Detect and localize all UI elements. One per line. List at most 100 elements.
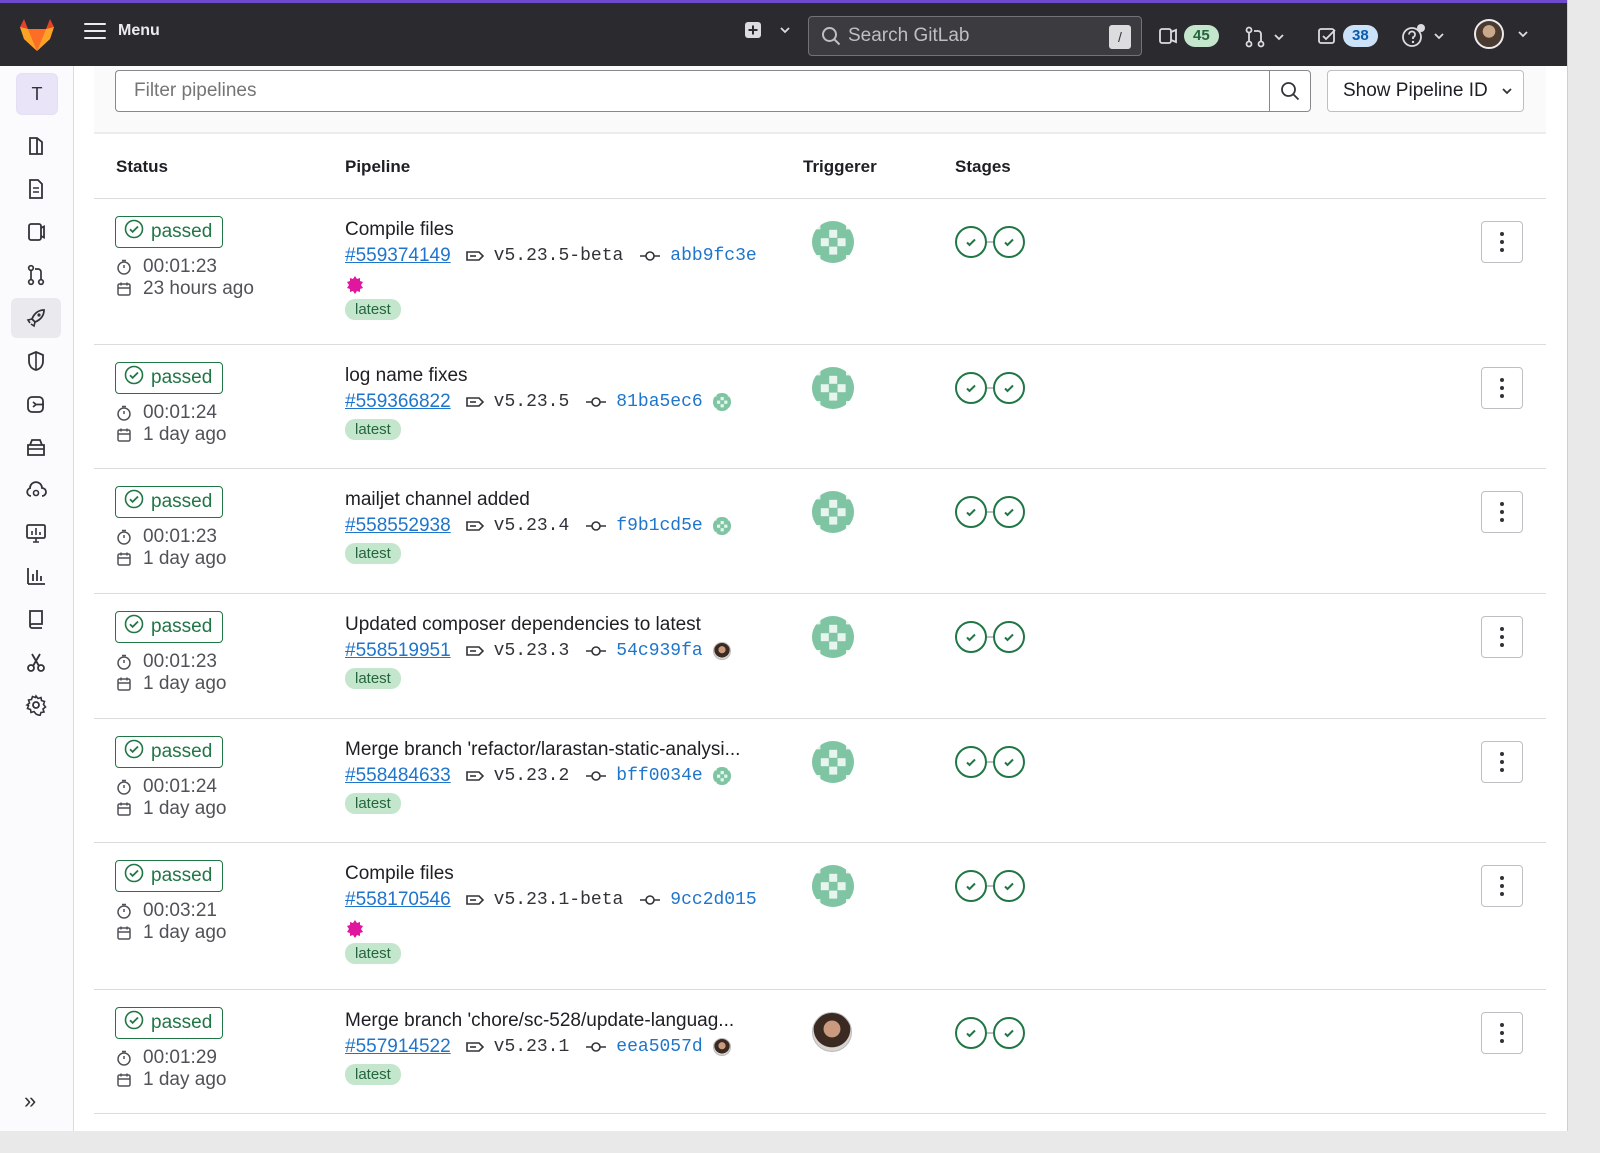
pipeline-id-link[interactable]: #557914522 [345, 1036, 451, 1058]
new-item-dropdown[interactable] [744, 21, 792, 39]
sidebar-item-packages[interactable] [11, 427, 61, 467]
sidebar-item-security[interactable] [11, 341, 61, 381]
status-badge[interactable]: passed [115, 486, 224, 518]
tag-ref-link[interactable]: v5.23.1-beta [465, 890, 623, 910]
commit-sha-link[interactable]: bff0034e [585, 766, 703, 786]
commit-author-avatar[interactable] [345, 919, 363, 938]
stage-passed-button[interactable] [955, 372, 987, 404]
sidebar-item-issues[interactable] [11, 212, 61, 252]
tag-icon [465, 249, 485, 263]
menu-button[interactable]: Menu [84, 22, 160, 40]
pipeline-id-link[interactable]: #558519951 [345, 640, 451, 662]
commit-title[interactable]: Merge branch 'chore/sc-528/update-langua… [345, 1010, 765, 1032]
commit-author-avatar[interactable] [712, 767, 731, 785]
commit-author-avatar[interactable] [345, 275, 363, 294]
commit-sha-link[interactable]: 54c939fa [585, 641, 703, 661]
issues-link[interactable]: 45 [1158, 25, 1219, 47]
collapse-sidebar-button[interactable]: » [24, 1088, 36, 1114]
stage-passed-button[interactable] [993, 621, 1025, 653]
more-actions-button[interactable] [1481, 221, 1523, 263]
triggerer-avatar[interactable] [812, 491, 854, 533]
tag-ref-link[interactable]: v5.23.4 [465, 516, 569, 536]
more-actions-button[interactable] [1481, 741, 1523, 783]
commit-sha-link[interactable]: 9cc2d015 [639, 890, 757, 910]
pipeline-id-link[interactable]: #558484633 [345, 765, 451, 787]
status-badge[interactable]: passed [115, 860, 224, 892]
tag-ref-link[interactable]: v5.23.3 [465, 641, 569, 661]
sidebar-item-ci-cd[interactable] [11, 298, 61, 338]
tag-ref-link[interactable]: v5.23.1 [465, 1037, 569, 1057]
triggerer-avatar[interactable] [812, 616, 854, 658]
sidebar-item-deployments[interactable] [11, 384, 61, 424]
more-actions-button[interactable] [1481, 1012, 1523, 1054]
sidebar-item-analytics[interactable] [11, 556, 61, 596]
more-actions-button[interactable] [1481, 616, 1523, 658]
commit-sha-link[interactable]: f9b1cd5e [585, 516, 703, 536]
status-badge[interactable]: passed [115, 1007, 224, 1039]
stage-passed-button[interactable] [955, 496, 987, 528]
commit-title[interactable]: Updated composer dependencies to latest [345, 614, 765, 636]
stage-passed-button[interactable] [993, 372, 1025, 404]
sidebar-item-repository[interactable] [11, 169, 61, 209]
commit-sha-link[interactable]: 81ba5ec6 [585, 392, 703, 412]
status-badge[interactable]: passed [115, 736, 224, 768]
sha-value: abb9fc3e [670, 246, 757, 266]
more-actions-button[interactable] [1481, 865, 1523, 907]
gitlab-logo[interactable] [18, 17, 56, 53]
commit-title[interactable]: Compile files [345, 863, 765, 885]
sidebar-item-merge-requests[interactable] [11, 255, 61, 295]
project-avatar[interactable]: T [16, 73, 58, 115]
stage-passed-button[interactable] [993, 870, 1025, 902]
triggerer-avatar[interactable] [812, 221, 854, 263]
sidebar-item-infrastructure[interactable] [11, 470, 61, 510]
triggerer-avatar[interactable] [812, 865, 854, 907]
pipeline-id-link[interactable]: #559374149 [345, 245, 451, 267]
stage-passed-button[interactable] [955, 226, 987, 258]
tag-ref-link[interactable]: v5.23.2 [465, 766, 569, 786]
commit-sha-link[interactable]: abb9fc3e [639, 246, 757, 266]
stage-passed-button[interactable] [955, 746, 987, 778]
search-input[interactable]: Search GitLab / [808, 16, 1142, 56]
sidebar-item-project-overview[interactable] [11, 126, 61, 166]
commit-author-avatar[interactable] [712, 1038, 731, 1056]
sidebar-item-snippets[interactable] [11, 642, 61, 682]
status-badge[interactable]: passed [115, 216, 224, 248]
commit-sha-link[interactable]: eea5057d [585, 1037, 703, 1057]
user-menu[interactable] [1474, 19, 1530, 49]
commit-author-avatar[interactable] [712, 517, 731, 535]
triggerer-avatar[interactable] [812, 741, 854, 783]
more-actions-button[interactable] [1481, 491, 1523, 533]
help-dropdown[interactable] [1400, 23, 1446, 49]
status-badge[interactable]: passed [115, 611, 224, 643]
commit-author-avatar[interactable] [712, 393, 731, 411]
triggerer-avatar[interactable] [812, 1012, 854, 1054]
commit-title[interactable]: Merge branch 'refactor/larastan-static-a… [345, 739, 765, 761]
more-actions-button[interactable] [1481, 367, 1523, 409]
sidebar-item-wiki[interactable] [11, 599, 61, 639]
show-pipeline-id-dropdown[interactable]: Show Pipeline ID [1327, 70, 1524, 112]
pipeline-id-link[interactable]: #559366822 [345, 391, 451, 413]
stage-passed-button[interactable] [993, 1017, 1025, 1049]
triggerer-avatar[interactable] [812, 367, 854, 409]
commit-title[interactable]: Compile files [345, 219, 765, 241]
stage-passed-button[interactable] [993, 746, 1025, 778]
filter-pipelines-input[interactable] [115, 70, 1270, 112]
sidebar-item-settings[interactable] [11, 685, 61, 725]
tag-ref-link[interactable]: v5.23.5 [465, 392, 569, 412]
commit-title[interactable]: mailjet channel added [345, 489, 765, 511]
filter-search-button[interactable] [1269, 70, 1311, 112]
stage-passed-button[interactable] [993, 226, 1025, 258]
commit-title[interactable]: log name fixes [345, 365, 765, 387]
pipeline-id-link[interactable]: #558170546 [345, 889, 451, 911]
sidebar-item-monitor[interactable] [11, 513, 61, 553]
merge-requests-dropdown[interactable] [1244, 26, 1286, 48]
stage-passed-button[interactable] [955, 1017, 987, 1049]
status-badge[interactable]: passed [115, 362, 224, 394]
stage-passed-button[interactable] [955, 621, 987, 653]
stage-passed-button[interactable] [993, 496, 1025, 528]
pipeline-id-link[interactable]: #558552938 [345, 515, 451, 537]
commit-author-avatar[interactable] [712, 642, 731, 660]
stage-passed-button[interactable] [955, 870, 987, 902]
tag-ref-link[interactable]: v5.23.5-beta [465, 246, 623, 266]
todos-link[interactable]: 38 [1317, 25, 1378, 47]
